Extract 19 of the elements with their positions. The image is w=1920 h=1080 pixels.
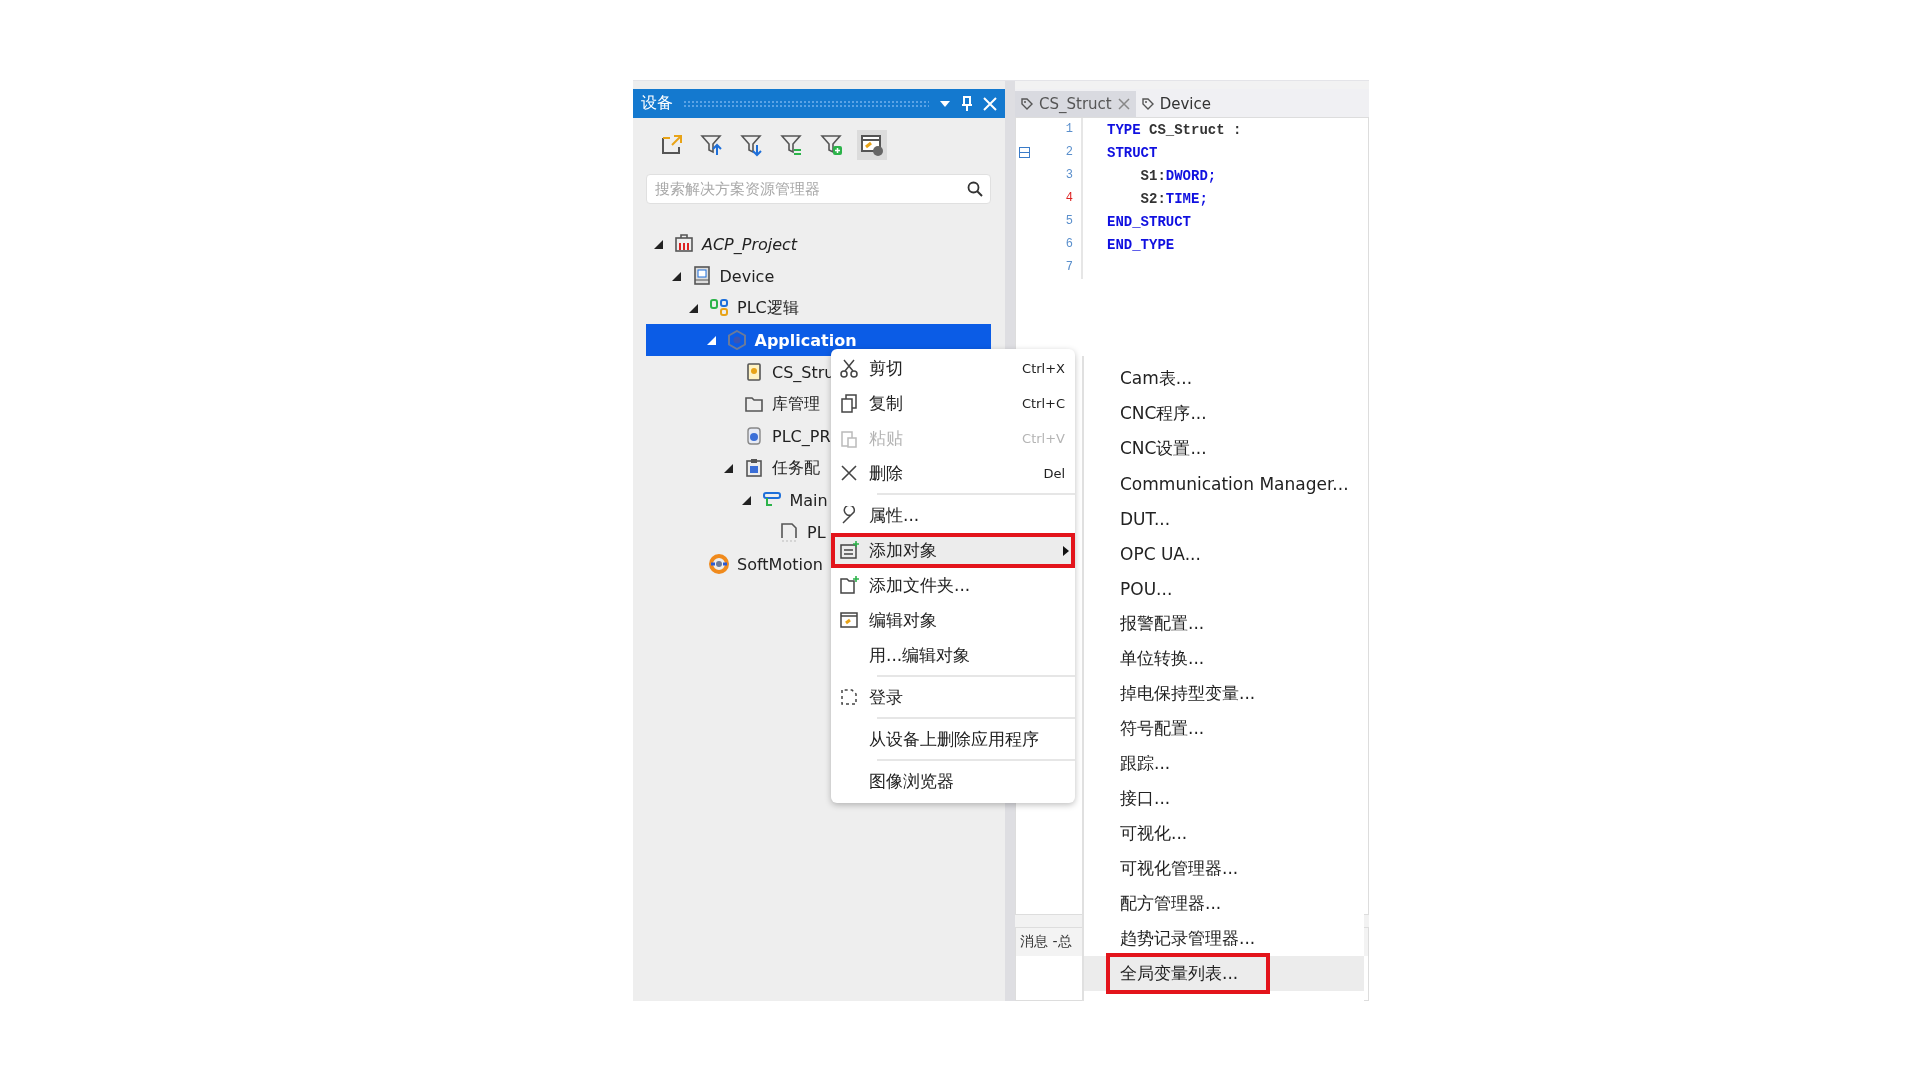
line-number: 1 (1033, 118, 1083, 141)
shortcut-text: Ctrl+C (1021, 396, 1065, 411)
line-number: 5 (1033, 210, 1083, 233)
code-line: STRUCT (1106, 144, 1158, 161)
shortcut-text: Del (1043, 466, 1065, 481)
code-line: END_TYPE (1106, 236, 1175, 253)
line-number: 3 (1033, 164, 1083, 187)
code-line: TYPE CS_Struct : (1106, 121, 1242, 138)
panel-title: 消息 -总 (1020, 933, 1072, 951)
shortcut-text: Ctrl+V (1022, 431, 1065, 446)
line-number: 7 (1033, 256, 1083, 279)
shortcut-text: Ctrl+X (1022, 361, 1065, 376)
code-line: END_STRUCT (1106, 213, 1191, 230)
line-number: 6 (1033, 233, 1083, 256)
line-number: 4 (1033, 187, 1083, 210)
line-number: 2 (1033, 141, 1083, 164)
code-line: S1:DWORD; (1139, 167, 1217, 184)
code-line: S2:TIME; (1139, 190, 1208, 207)
panel-title: 设备 (641, 93, 673, 114)
